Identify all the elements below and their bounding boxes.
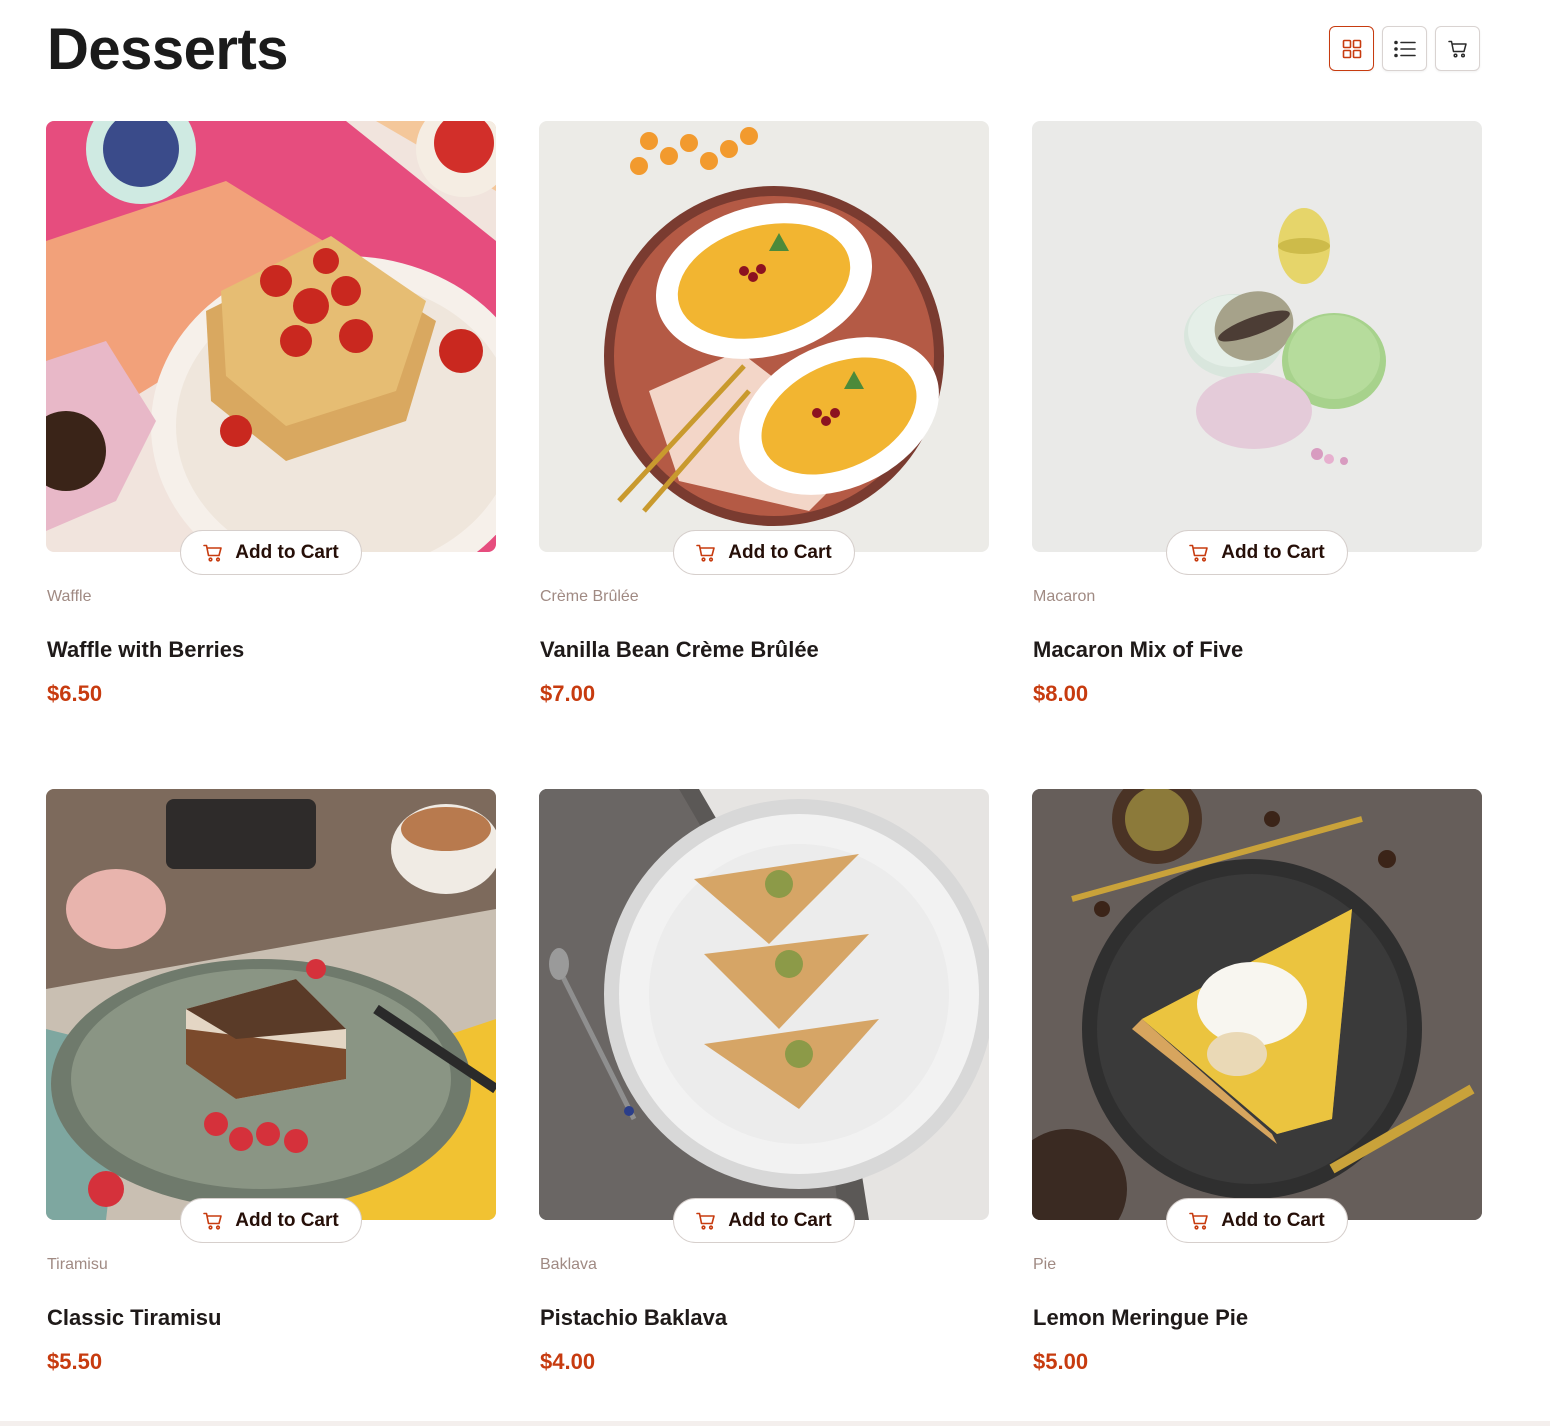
bottom-divider <box>0 1421 1550 1426</box>
product-price: $4.00 <box>540 1349 596 1374</box>
product-category: Waffle <box>47 588 92 605</box>
product-price: $5.50 <box>47 1349 103 1374</box>
product-name: Pistachio Baklava <box>540 1305 728 1330</box>
cart-icon <box>696 1212 716 1230</box>
add-to-cart-button[interactable]: Add to Cart <box>1166 1198 1348 1243</box>
product-category: Baklava <box>540 1256 597 1273</box>
product-name: Macaron Mix of Five <box>1033 637 1244 662</box>
product-category: Pie <box>1033 1256 1057 1273</box>
product-card: Add to Cart Tiramisu Classic Tiramisu $5… <box>46 789 496 1426</box>
add-to-cart-button[interactable]: Add to Cart <box>1166 530 1348 575</box>
add-to-cart-label: Add to Cart <box>1221 541 1325 563</box>
product-card: Add to Cart Baklava Pistachio Baklava $4… <box>539 789 989 1426</box>
product-category: Tiramisu <box>47 1256 108 1273</box>
grid-icon <box>1342 39 1361 58</box>
product-name: Waffle with Berries <box>47 637 245 662</box>
list-icon <box>1393 40 1416 57</box>
product-card: Add to Cart Crème Brûlée Vanilla Bean Cr… <box>539 121 989 789</box>
product-category: Crème Brûlée <box>540 588 639 605</box>
view-controls <box>1329 26 1480 71</box>
add-to-cart-button[interactable]: Add to Cart <box>180 530 362 575</box>
cart-button[interactable] <box>1435 26 1480 71</box>
cart-icon <box>696 544 716 562</box>
product-card: Add to Cart Macaron Macaron Mix of Five … <box>1032 121 1482 789</box>
baklava-photo[interactable] <box>539 789 989 1220</box>
list-view-button[interactable] <box>1382 26 1427 71</box>
cart-icon <box>1189 544 1209 562</box>
add-to-cart-button[interactable]: Add to Cart <box>673 530 855 575</box>
cart-icon <box>203 544 223 562</box>
product-price: $7.00 <box>540 681 596 706</box>
product-card: Add to Cart Pie Lemon Meringue Pie $5.00 <box>1032 789 1482 1426</box>
add-to-cart-label: Add to Cart <box>235 1209 339 1231</box>
add-to-cart-label: Add to Cart <box>235 541 339 563</box>
cart-icon <box>1189 1212 1209 1230</box>
product-category: Macaron <box>1033 588 1096 605</box>
add-to-cart-button[interactable]: Add to Cart <box>673 1198 855 1243</box>
product-price: $8.00 <box>1033 681 1089 706</box>
product-price: $5.00 <box>1033 1349 1089 1374</box>
desserts-page: Desserts Add to Cart Waffle Waffle with … <box>0 0 1550 1426</box>
product-card: Add to Cart Waffle Waffle with Berries $… <box>46 121 496 789</box>
waffle-photo[interactable] <box>46 121 496 552</box>
lemon-pie-photo[interactable] <box>1032 789 1482 1220</box>
cart-icon <box>1447 40 1467 58</box>
product-name: Vanilla Bean Crème Brûlée <box>540 637 819 662</box>
page-title: Desserts <box>47 17 289 82</box>
creme-brulee-photo[interactable] <box>539 121 989 552</box>
product-price: $6.50 <box>47 681 103 706</box>
add-to-cart-button[interactable]: Add to Cart <box>180 1198 362 1243</box>
add-to-cart-label: Add to Cart <box>728 1209 832 1231</box>
cart-icon <box>203 1212 223 1230</box>
add-to-cart-label: Add to Cart <box>1221 1209 1325 1231</box>
product-name: Classic Tiramisu <box>47 1305 222 1330</box>
macaron-photo[interactable] <box>1032 121 1482 552</box>
product-name: Lemon Meringue Pie <box>1033 1305 1249 1330</box>
add-to-cart-label: Add to Cart <box>728 541 832 563</box>
tiramisu-photo[interactable] <box>46 789 496 1220</box>
grid-view-button[interactable] <box>1329 26 1374 71</box>
product-grid: Add to Cart Waffle Waffle with Berries $… <box>46 121 1482 1426</box>
